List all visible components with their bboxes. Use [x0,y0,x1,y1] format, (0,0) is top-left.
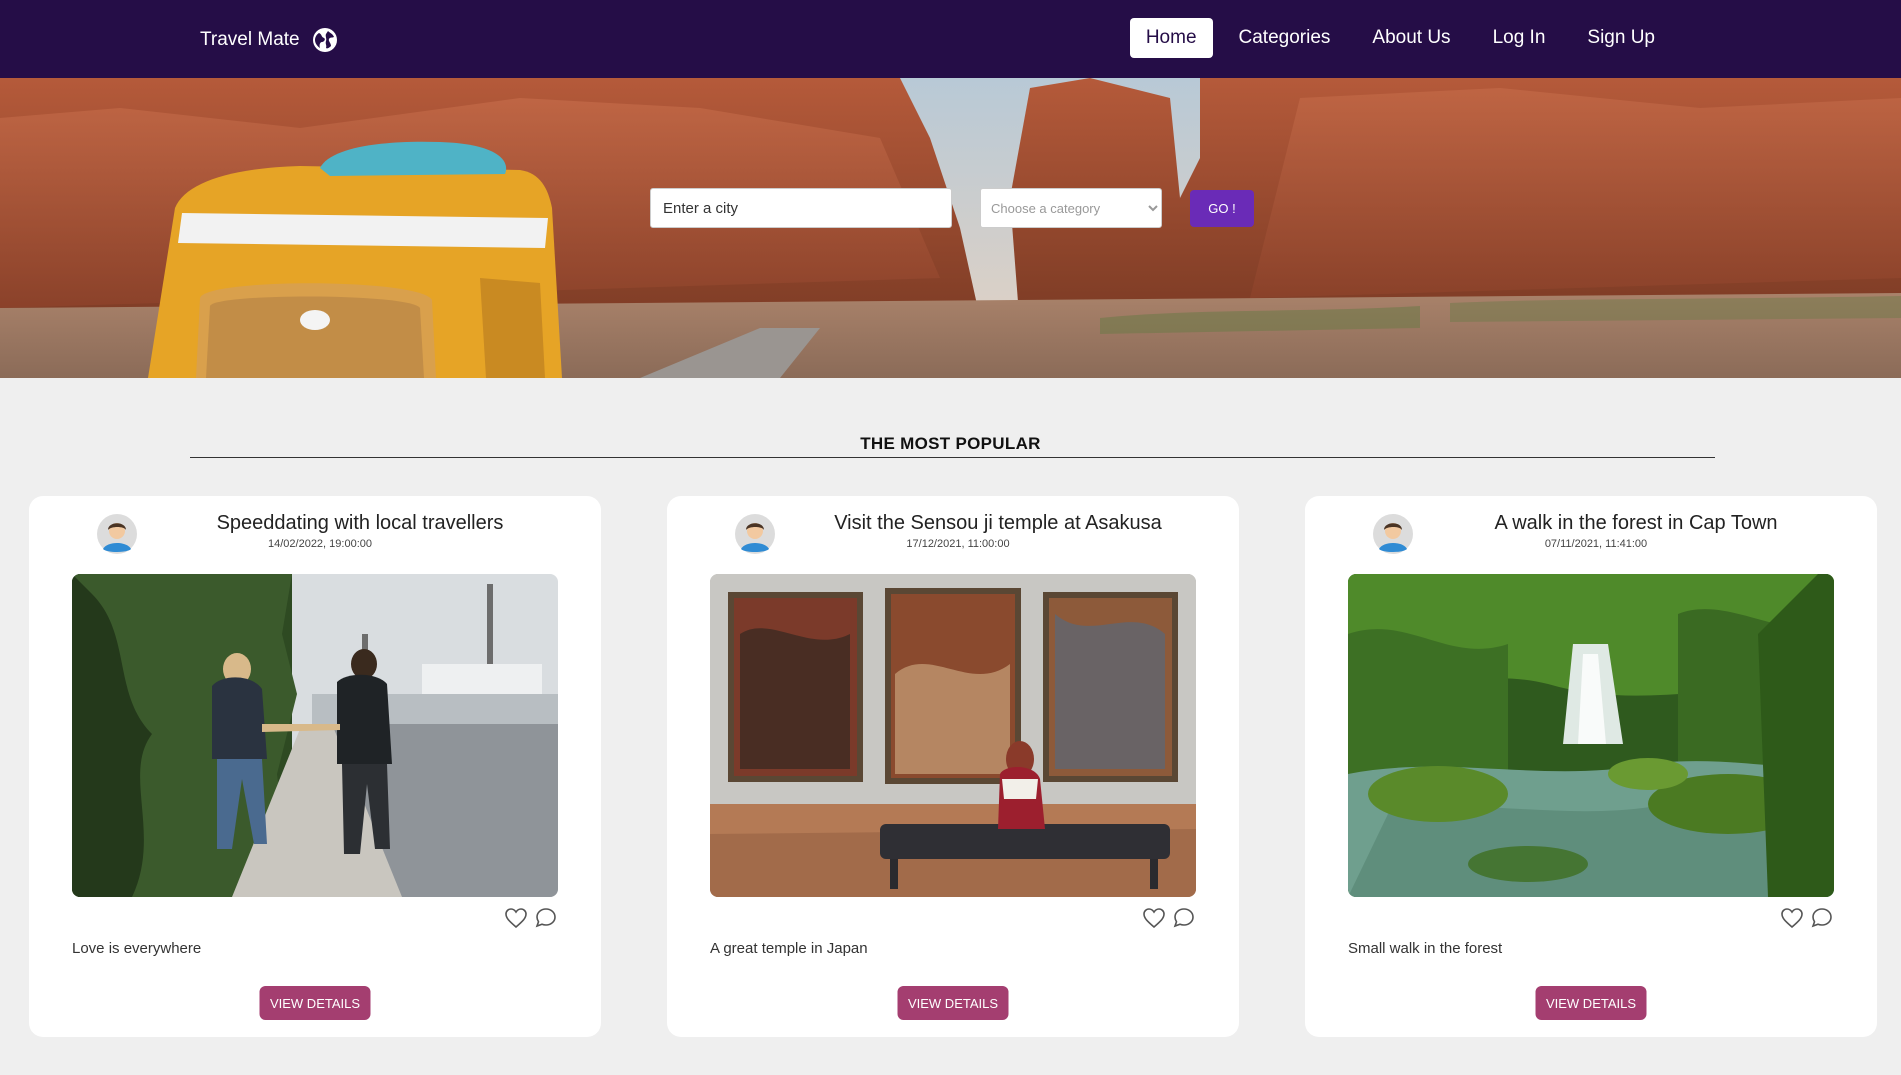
comment-icon[interactable] [1810,906,1834,930]
globe-icon [312,28,337,52]
section-title: THE MOST POPULAR [860,434,1041,453]
card-actions [498,906,558,930]
forest-waterfall-photo [1348,574,1834,897]
view-details-button[interactable]: VIEW DETAILS [897,986,1009,1020]
card-actions [1136,906,1196,930]
card-photo [72,574,558,897]
city-search-input[interactable] [650,188,952,228]
go-button[interactable]: GO ! [1190,190,1254,227]
hero-background-image [0,78,1901,378]
card-header: A walk in the forest in Cap Town 07/11/2… [1305,508,1877,560]
heart-icon[interactable] [1780,906,1804,930]
section-divider [190,457,1715,458]
card-date: 14/02/2022, 19:00:00 [268,538,372,550]
heart-icon[interactable] [504,906,528,930]
nav-log-in[interactable]: Log In [1477,18,1562,58]
card-description: A great temple in Japan [710,940,868,957]
comment-icon[interactable] [534,906,558,930]
card-photo [1348,574,1834,897]
card-title: A walk in the forest in Cap Town [1494,512,1778,534]
card-title: Visit the Sensou ji temple at Asakusa [834,512,1162,534]
card-description: Small walk in the forest [1348,940,1503,957]
navbar: Travel Mate Home Categories About Us Log… [0,0,1901,78]
couple-walking-photo [72,574,558,897]
view-details-button[interactable]: VIEW DETAILS [259,986,371,1020]
museum-paintings-photo [710,574,1196,897]
nav-sign-up[interactable]: Sign Up [1571,18,1671,58]
heart-icon[interactable] [1142,906,1166,930]
brand-name: Travel Mate [200,29,300,50]
view-details-button[interactable]: VIEW DETAILS [1535,986,1647,1020]
card-date: 17/12/2021, 11:00:00 [906,538,1010,550]
activity-card: Speeddating with local travellers 14/02/… [29,496,601,1037]
card-header: Visit the Sensou ji temple at Asakusa 17… [667,508,1239,560]
nav-about-us[interactable]: About Us [1356,18,1466,58]
nav-home[interactable]: Home [1129,18,1213,58]
card-header: Speeddating with local travellers 14/02/… [29,508,601,560]
activity-card: A walk in the forest in Cap Town 07/11/2… [1305,496,1877,1037]
card-date: 07/11/2021, 11:41:00 [1544,538,1648,550]
comment-icon[interactable] [1172,906,1196,930]
card-actions [1774,906,1834,930]
activity-card: Visit the Sensou ji temple at Asakusa 17… [667,496,1239,1037]
nav-categories[interactable]: Categories [1223,18,1347,58]
card-photo [710,574,1196,897]
main-nav: Home Categories About Us Log In Sign Up [1120,18,1671,58]
card-title: Speeddating with local travellers [216,512,504,534]
category-select[interactable]: Choose a category [980,188,1162,228]
card-description: Love is everywhere [72,940,202,957]
brand-logo[interactable]: Travel Mate [200,24,338,56]
hero-banner: Choose a category GO ! [0,78,1901,378]
